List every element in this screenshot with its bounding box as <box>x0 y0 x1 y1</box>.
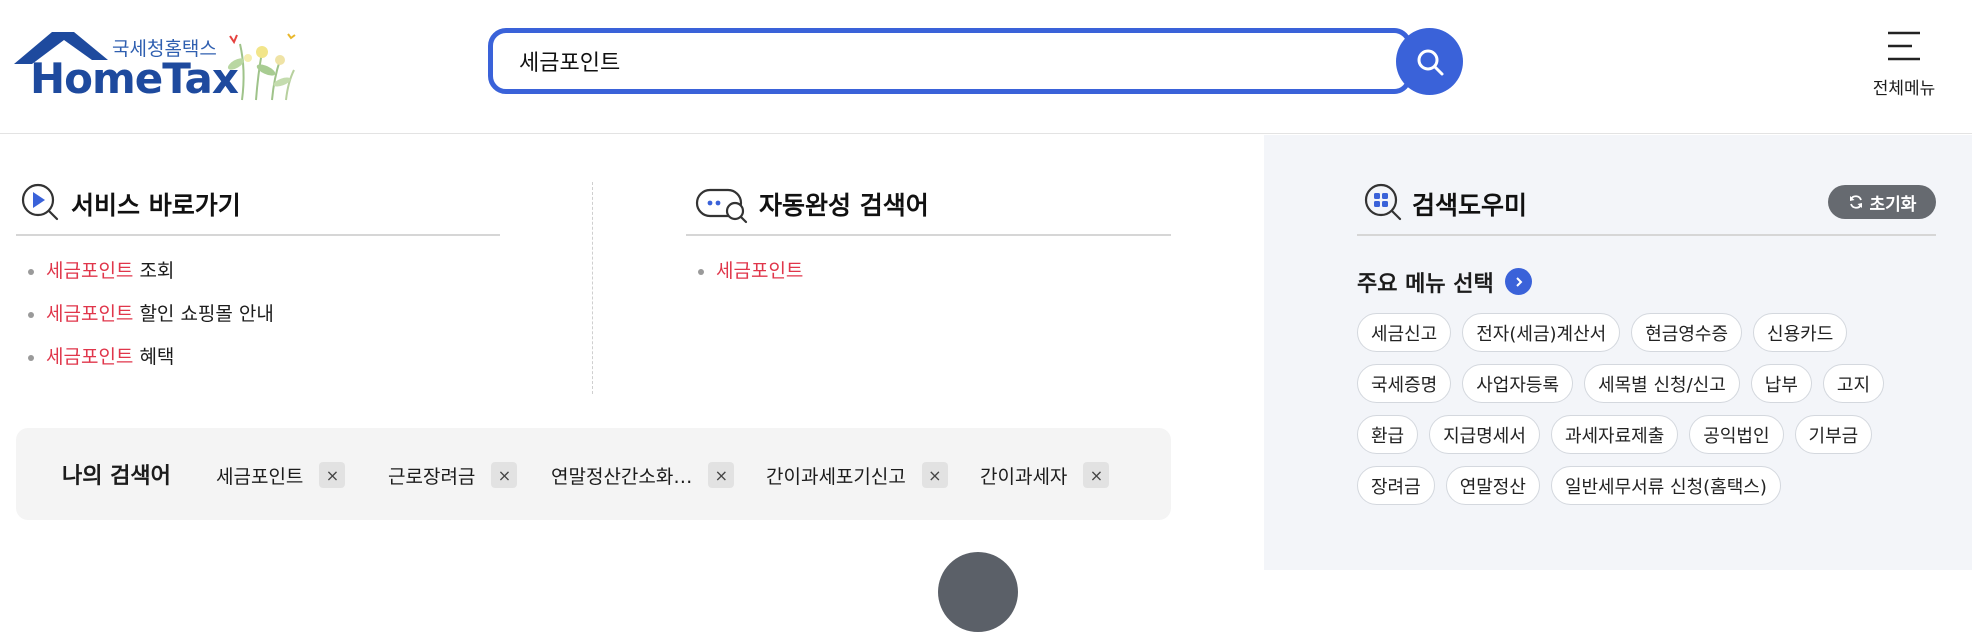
search-helper-icon <box>1364 183 1402 221</box>
service-shortcut-icon <box>21 183 59 221</box>
remove-search-icon[interactable]: × <box>708 462 735 488</box>
services-list: 세금포인트 조회 세금포인트 할인 쇼핑몰 안내 세금포인트 혜택 <box>28 257 274 386</box>
search-button[interactable] <box>1396 28 1463 95</box>
remove-search-icon[interactable]: × <box>1083 462 1110 488</box>
menu-tag[interactable]: 신용카드 <box>1753 313 1848 352</box>
header: 국세청홈택스 HomeTax 전체메 <box>0 0 1972 134</box>
service-item[interactable]: 세금포인트 혜택 <box>28 343 274 386</box>
autocomplete-icon <box>695 188 748 224</box>
main-menu-tags: 세금신고 전자(세금)계산서 현금영수증 신용카드 국세증명 사업자등록 세목별… <box>1357 313 1947 517</box>
recent-search-chip[interactable]: 연말정산간소화… × <box>551 460 735 490</box>
search-helper-title: 검색도우미 <box>1412 191 1528 220</box>
menu-tag[interactable]: 환급 <box>1357 415 1419 454</box>
tag-row: 환급 지급명세서 과세자료제출 공익법인 기부금 <box>1357 415 1947 454</box>
menu-tag[interactable]: 공익법인 <box>1689 415 1784 454</box>
hometax-logo[interactable]: 국세청홈택스 HomeTax <box>14 28 304 104</box>
my-search-panel: 나의 검색어 세금포인트 × 근로장려금 × 연말정산간소화… × 간이과세포기… <box>16 428 1171 520</box>
autocomplete-list: 세금포인트 <box>698 257 803 300</box>
main-menu-select-title: 주요 메뉴 선택 <box>1357 272 1494 297</box>
menu-tag[interactable]: 지급명세서 <box>1429 415 1540 454</box>
my-search-title: 나의 검색어 <box>62 464 171 489</box>
logo-english-text: HomeTax <box>30 54 239 103</box>
autocomplete-title: 자동완성 검색어 <box>759 191 929 220</box>
remove-search-icon[interactable]: × <box>319 462 346 488</box>
recent-search-chip[interactable]: 간이과세자 × <box>980 460 1110 490</box>
search-helper-divider <box>1357 234 1936 236</box>
reset-label: 초기화 <box>1869 194 1917 215</box>
remove-search-icon[interactable]: × <box>921 462 948 488</box>
all-menu-label: 전체메뉴 <box>1872 79 1936 99</box>
main-menu-more-button[interactable] <box>1505 268 1532 295</box>
menu-tag[interactable]: 세목별 신청/신고 <box>1584 364 1740 403</box>
menu-tag[interactable]: 현금영수증 <box>1631 313 1743 352</box>
hamburger-menu-icon <box>1888 31 1920 61</box>
chevron-right-icon <box>1515 276 1522 287</box>
menu-tag[interactable]: 기부금 <box>1794 415 1873 454</box>
search-box <box>488 28 1412 94</box>
recent-search-chip[interactable]: 세금포인트 × <box>216 460 346 490</box>
recent-search-chip[interactable]: 간이과세포기신고 × <box>766 460 948 490</box>
autocomplete-item[interactable]: 세금포인트 <box>698 257 803 300</box>
menu-tag[interactable]: 전자(세금)계산서 <box>1462 313 1621 352</box>
tag-row: 장려금 연말정산 일반세무서류 신청(홈택스) <box>1357 466 1947 505</box>
flower-decoration-icon <box>227 33 296 101</box>
menu-tag[interactable]: 고지 <box>1822 364 1885 403</box>
menu-tag[interactable]: 연말정산 <box>1445 466 1540 505</box>
tag-row: 세금신고 전자(세금)계산서 현금영수증 신용카드 <box>1357 313 1947 352</box>
column-divider <box>592 182 593 394</box>
refresh-icon <box>1849 195 1862 209</box>
services-divider <box>16 234 500 236</box>
menu-tag[interactable]: 납부 <box>1750 364 1812 403</box>
service-item[interactable]: 세금포인트 할인 쇼핑몰 안내 <box>28 300 274 343</box>
menu-tag[interactable]: 세금신고 <box>1357 313 1452 352</box>
menu-tag[interactable]: 사업자등록 <box>1462 364 1574 403</box>
search-icon <box>1417 49 1443 75</box>
scroll-button[interactable] <box>938 552 1018 632</box>
tag-row: 국세증명 사업자등록 세목별 신청/신고 납부 고지 <box>1357 364 1947 403</box>
menu-tag[interactable]: 장려금 <box>1357 466 1435 505</box>
services-title: 서비스 바로가기 <box>71 191 241 220</box>
menu-tag[interactable]: 국세증명 <box>1357 364 1452 403</box>
menu-tag[interactable]: 과세자료제출 <box>1550 415 1679 454</box>
service-item[interactable]: 세금포인트 조회 <box>28 257 274 300</box>
autocomplete-divider <box>686 234 1171 236</box>
all-menu-button[interactable]: 전체메뉴 <box>1862 26 1946 99</box>
recent-search-chip[interactable]: 근로장려금 × <box>388 460 518 490</box>
reset-button[interactable]: 초기화 <box>1828 185 1936 219</box>
menu-tag[interactable]: 일반세무서류 신청(홈택스) <box>1550 466 1781 505</box>
remove-search-icon[interactable]: × <box>491 462 518 488</box>
search-input[interactable] <box>488 28 1412 94</box>
